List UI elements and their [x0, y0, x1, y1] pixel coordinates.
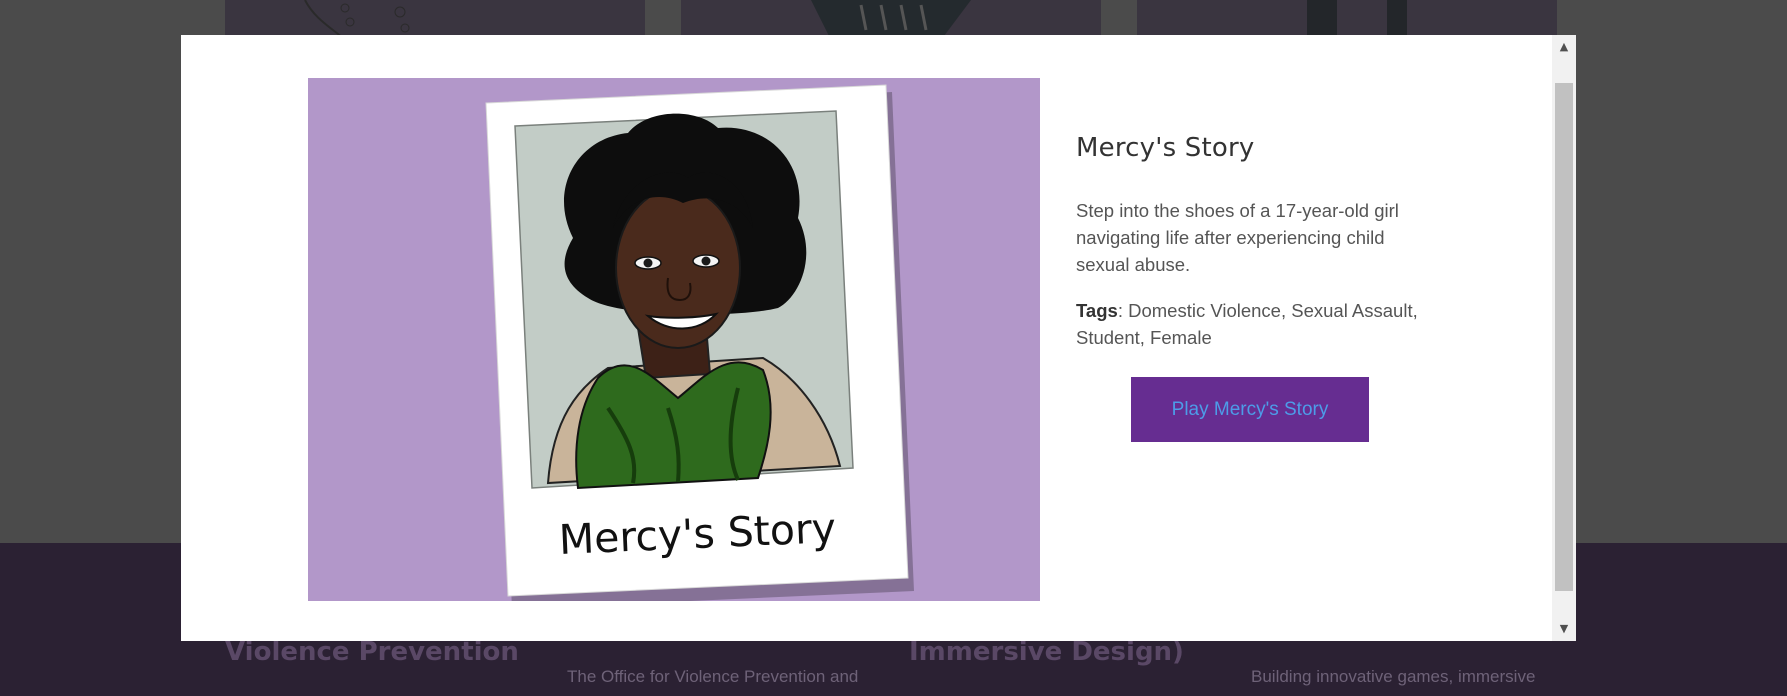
story-description: Step into the shoes of a 17-year-old gir…	[1076, 200, 1399, 275]
polaroid-portrait-illustration: Mercy's Story	[485, 84, 914, 601]
scrollbar-thumb[interactable]	[1555, 83, 1573, 591]
story-image: Mercy's Story	[308, 78, 1040, 601]
triangle-up-icon[interactable]: ▲	[1552, 35, 1576, 59]
modal-scrollbar[interactable]: ▲ ▼	[1552, 35, 1576, 641]
card-illustration	[304, 0, 410, 40]
card-illustration	[811, 0, 971, 40]
story-modal: Mercy's Story Mercy's Story Step into th…	[181, 35, 1576, 641]
background-card-1[interactable]	[225, 0, 645, 40]
story-title: Mercy's Story	[1076, 133, 1255, 163]
tags-label: Tags	[1076, 300, 1118, 321]
background-card-2[interactable]	[681, 0, 1101, 40]
footer-column-4: Building innovative games, immersive	[1251, 665, 1561, 689]
modal-content: Mercy's Story Mercy's Story Step into th…	[181, 35, 1552, 641]
footer-column-2: The Office for Violence Prevention and	[567, 665, 877, 689]
story-tags: Tags: Domestic Violence, Sexual Assault,…	[1076, 297, 1436, 351]
story-info: Mercy's Story Step into the shoes of a 1…	[1076, 133, 1436, 442]
footer-text: The Office for Violence Prevention and	[567, 667, 859, 686]
card-illustration	[1307, 0, 1407, 40]
tags-value: : Domestic Violence, Sexual Assault, Stu…	[1076, 300, 1418, 348]
footer-text: Building innovative games, immersive	[1251, 667, 1536, 686]
triangle-down-icon[interactable]: ▼	[1552, 617, 1576, 641]
play-story-button[interactable]: Play Mercy's Story	[1131, 377, 1369, 442]
background-card-3[interactable]	[1137, 0, 1557, 40]
